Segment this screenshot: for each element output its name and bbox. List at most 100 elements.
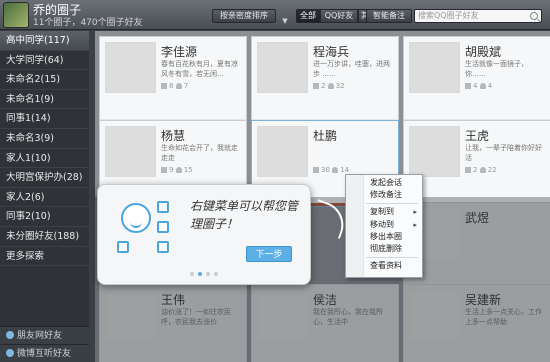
friend-name: 程海兵 <box>313 45 350 59</box>
friend-card[interactable]: 王虎 让我，一辈子陪着你好好活 2 22 <box>403 120 550 207</box>
undo-icon <box>117 241 129 253</box>
page-dot[interactable] <box>190 272 194 276</box>
sidebar-item-explore-more[interactable]: 更多探索 <box>0 247 89 267</box>
footer-label: 微博互听好友 <box>17 349 72 359</box>
right-click-guide-popup: 右键菜单可以帮您管理圈子！ 下一步 <box>97 184 311 285</box>
sidebar-item-colleague2[interactable]: 同事2(10) <box>0 207 89 227</box>
circle-sidebar: 高中同学(117) 大学同学(64) 未命名2(15) 未命名1(9) 同事1(… <box>0 31 89 362</box>
friend-card[interactable]: 李佳源 春有百花秋有月，夏有凉风冬有雪，若无闲... 8 7 <box>99 36 247 123</box>
menu-item-delete[interactable]: 彻底删除 <box>346 243 422 255</box>
footer-label: 朋友网好友 <box>17 331 63 341</box>
sidebar-item-college[interactable]: 大学同学(64) <box>0 51 89 71</box>
search-icon[interactable] <box>530 12 538 20</box>
folder-icon <box>157 201 169 213</box>
pengyou-icon <box>6 331 14 339</box>
message-count: 30 <box>321 166 330 174</box>
sidebar-item-ungrouped[interactable]: 未分圈好友(188) <box>0 227 89 247</box>
message-count: 8 <box>169 82 174 90</box>
next-step-button[interactable]: 下一步 <box>246 246 292 262</box>
person-icon <box>327 83 334 89</box>
sidebar-item-unnamed2[interactable]: 未命名2(15) <box>0 70 89 90</box>
sidebar-footer: 朋友网好友 微博互听好友 <box>0 326 89 362</box>
search-input[interactable]: 搜索QQ圈子好友 <box>414 9 542 23</box>
message-icon <box>161 167 167 173</box>
circle-summary: 11个圈子，470个圈子好友 <box>33 18 143 28</box>
sidebar-item-family1[interactable]: 家人1(10) <box>0 149 89 169</box>
guide-illustration <box>113 199 177 259</box>
guide-text: 右键菜单可以帮您管理圈子！ <box>190 199 299 231</box>
page-dot-active[interactable] <box>198 272 202 276</box>
friend-name: 王虎 <box>465 129 490 143</box>
person-icon <box>479 167 486 173</box>
weibo-icon <box>6 349 14 357</box>
menu-item-move-to[interactable]: 移动到 ▸ <box>346 219 422 231</box>
smart-remark-button[interactable]: 智能备注 <box>366 9 412 23</box>
filter-qq-tab[interactable]: QQ好友 <box>320 9 358 23</box>
friend-stats: 8 7 <box>161 82 188 90</box>
title-bar: 乔的圈子 11个圈子，470个圈子好友 按亲密度排序 ▼ 全部 QQ好友 其他 … <box>0 0 550 30</box>
menu-item-label: 复制到 <box>370 207 394 217</box>
context-menu: 发起会话 修改备注 复制到 ▸ 移动到 ▸ 移出本圈 彻底删除 查看资料 <box>345 174 423 278</box>
avatar <box>105 42 156 93</box>
message-icon <box>313 167 319 173</box>
menu-item-label: 移动到 <box>370 219 394 229</box>
guide-pagination <box>190 269 222 279</box>
message-icon <box>161 83 167 89</box>
message-count: 2 <box>473 166 478 174</box>
friend-stats: 4 4 <box>465 82 492 90</box>
friend-signature: 生活就像一面镜子，你…… <box>465 60 528 78</box>
avatar <box>409 126 460 177</box>
avatar <box>257 42 308 93</box>
message-count: 4 <box>473 82 478 90</box>
friend-signature: 春有百花秋有月，夏有凉风冬有雪，若无闲... <box>161 60 238 78</box>
friend-count: 32 <box>335 82 345 90</box>
friend-count: 15 <box>183 166 193 174</box>
search-placeholder: 搜索QQ圈子好友 <box>418 11 479 20</box>
page-dot[interactable] <box>206 272 210 276</box>
smiley-icon <box>121 203 151 233</box>
circle-logo-avatar <box>3 2 29 28</box>
avatar <box>409 42 460 93</box>
sidebar-item-high-school[interactable]: 高中同学(117) <box>0 31 89 51</box>
menu-item-edit-remark[interactable]: 修改备注 <box>346 189 422 201</box>
sidebar-item-unnamed3[interactable]: 未命名3(9) <box>0 129 89 149</box>
page-dot[interactable] <box>214 272 218 276</box>
message-icon <box>465 167 471 173</box>
menu-item-copy-to[interactable]: 复制到 ▸ <box>346 206 422 218</box>
friend-count: 14 <box>340 166 350 174</box>
person-icon <box>175 167 182 173</box>
sidebar-item-unnamed1[interactable]: 未命名1(9) <box>0 90 89 110</box>
sort-button[interactable]: 按亲密度排序 <box>212 9 276 23</box>
menu-item-view-profile[interactable]: 查看资料 <box>346 260 422 272</box>
message-icon <box>465 83 471 89</box>
friend-stats: 2 22 <box>465 166 497 174</box>
sidebar-item-family2[interactable]: 家人2(6) <box>0 188 89 208</box>
friend-name: 杨慧 <box>161 129 186 143</box>
menu-item-start-chat[interactable]: 发起会话 <box>346 177 422 189</box>
avatar <box>257 126 308 177</box>
filter-all-tab[interactable]: 全部 <box>296 9 320 23</box>
friend-stats: 2 32 <box>313 82 345 90</box>
sidebar-item-daming-palace[interactable]: 大明宫保护办(28) <box>0 168 89 188</box>
circle-manager-window: 乔的圈子 11个圈子，470个圈子好友 按亲密度排序 ▼ 全部 QQ好友 其他 … <box>0 0 550 362</box>
friend-stats: 30 14 <box>313 166 349 174</box>
trash-icon <box>157 241 169 253</box>
person-icon <box>479 83 486 89</box>
friend-stats: 9 15 <box>161 166 193 174</box>
card-icon <box>157 221 169 233</box>
sidebar-item-colleague1[interactable]: 同事1(14) <box>0 109 89 129</box>
friend-count: 7 <box>183 82 189 90</box>
menu-item-remove-from-circle[interactable]: 移出本圈 <box>346 231 422 243</box>
chevron-right-icon: ▸ <box>413 208 417 217</box>
sidebar-item-weibo[interactable]: 微博互听好友 <box>0 344 89 362</box>
friend-card[interactable]: 胡殿斌 生活就像一面镜子，你…… 4 4 <box>403 36 550 123</box>
friend-card[interactable]: 程海兵 进一万步讲，哇塞，进两步 ...... 2 32 <box>251 36 399 123</box>
message-icon <box>313 83 319 89</box>
friend-count: 22 <box>487 166 497 174</box>
menu-divider <box>366 203 418 205</box>
friend-signature: 生命如花会开了，我就走走走 <box>161 144 238 162</box>
sidebar-item-pengyou[interactable]: 朋友网好友 <box>0 326 89 344</box>
person-icon <box>332 167 339 173</box>
message-count: 2 <box>321 82 326 90</box>
chevron-down-icon[interactable]: ▼ <box>278 17 292 25</box>
